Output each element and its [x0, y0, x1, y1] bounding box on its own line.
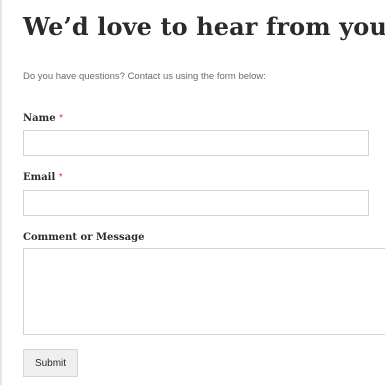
left-border-divider	[0, 0, 2, 385]
name-label-text: Name	[23, 113, 56, 124]
email-label: Email *	[23, 172, 63, 184]
intro-text: Do you have questions? Contact us using …	[23, 71, 266, 82]
contact-page: We’d love to hear from you Do you have q…	[0, 0, 385, 385]
message-label-text: Comment or Message	[23, 232, 145, 243]
submit-button[interactable]: Submit	[23, 349, 78, 377]
message-textarea[interactable]	[23, 248, 385, 335]
name-required-marker: *	[59, 113, 63, 124]
email-label-text: Email	[23, 172, 56, 183]
name-input[interactable]	[23, 130, 369, 156]
page-title: We’d love to hear from you	[23, 12, 385, 41]
email-required-marker: *	[58, 172, 63, 183]
email-input[interactable]	[23, 190, 369, 216]
message-label: Comment or Message	[23, 232, 144, 244]
name-label: Name *	[23, 113, 63, 125]
